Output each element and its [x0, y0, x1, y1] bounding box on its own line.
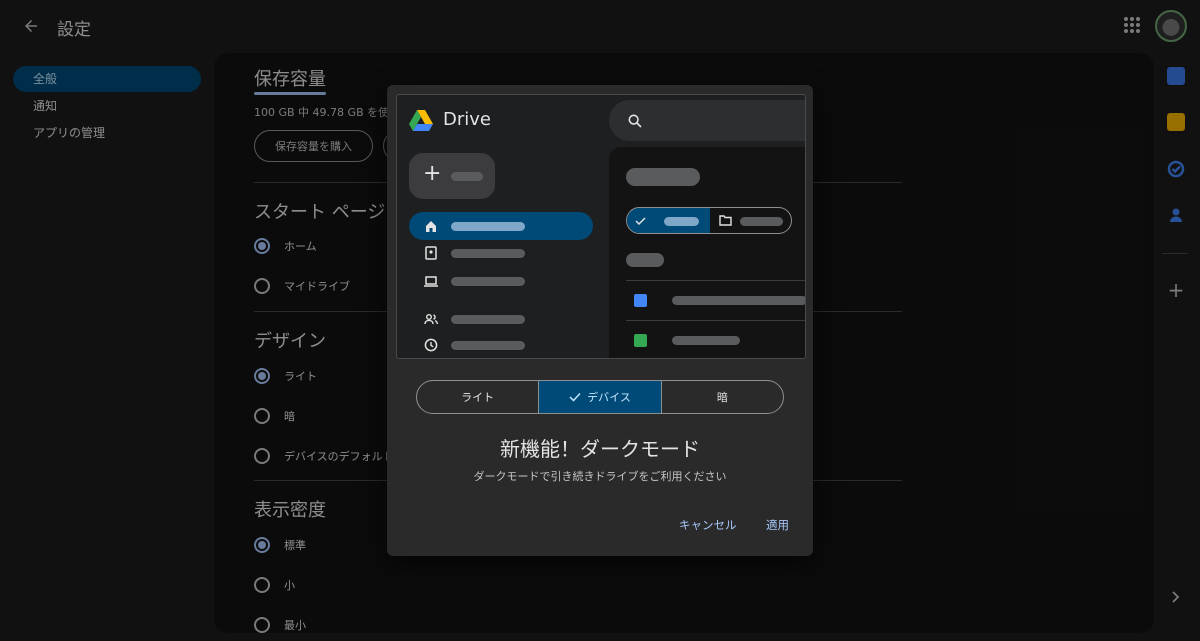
placeholder-bar [451, 277, 525, 286]
preview-new-button: + [409, 153, 495, 199]
placeholder-bar [451, 249, 525, 258]
preview-row-divider [626, 320, 805, 321]
placeholder-bar [451, 341, 525, 350]
preview-filter-chips [626, 207, 792, 234]
placeholder-bar [672, 336, 740, 345]
placeholder-bar [451, 172, 483, 181]
folder-icon [719, 215, 732, 226]
cancel-button[interactable]: キャンセル [679, 517, 737, 533]
dark-mode-preview-image: Drive + [396, 94, 806, 359]
theme-option-label: ライト [461, 391, 495, 404]
theme-segmented-control: ライト デバイス 暗 [416, 380, 784, 414]
dialog-subtitle: ダークモードで引き続きドライブをご利用ください [473, 470, 727, 483]
preview-row-divider [626, 280, 805, 281]
placeholder-bar [740, 217, 783, 226]
placeholder-bar [664, 217, 699, 226]
computer-drive-icon [425, 246, 437, 260]
theme-option-device[interactable]: デバイス [539, 381, 662, 413]
theme-option-label: デバイス [587, 391, 631, 404]
preview-chip-selected [627, 208, 710, 233]
apply-button[interactable]: 適用 [766, 517, 789, 533]
placeholder-bar [672, 296, 805, 305]
preview-search-bar [609, 100, 805, 141]
sheets-file-icon [634, 334, 647, 347]
laptop-icon [424, 276, 438, 287]
docs-file-icon [634, 294, 647, 307]
shared-people-icon [424, 314, 438, 325]
drive-logo-icon [409, 110, 433, 131]
placeholder-bar [451, 222, 525, 231]
placeholder-bar [626, 253, 664, 267]
check-icon [569, 392, 581, 402]
placeholder-bar [626, 168, 700, 186]
dialog-title: 新機能！ダークモード [500, 437, 700, 461]
check-icon [635, 217, 646, 226]
home-icon [426, 221, 436, 232]
dark-mode-dialog: Drive + ライト デバイス 暗 新機能！ダークモード ダークモードで引き続… [387, 85, 813, 556]
preview-app-name: Drive [443, 109, 491, 130]
theme-option-light[interactable]: ライト [417, 381, 540, 413]
plus-icon: + [423, 161, 442, 186]
placeholder-bar [451, 315, 525, 324]
clock-icon [424, 338, 438, 352]
theme-option-dark[interactable]: 暗 [662, 381, 783, 413]
theme-option-label: 暗 [716, 391, 728, 404]
search-icon [628, 114, 642, 128]
